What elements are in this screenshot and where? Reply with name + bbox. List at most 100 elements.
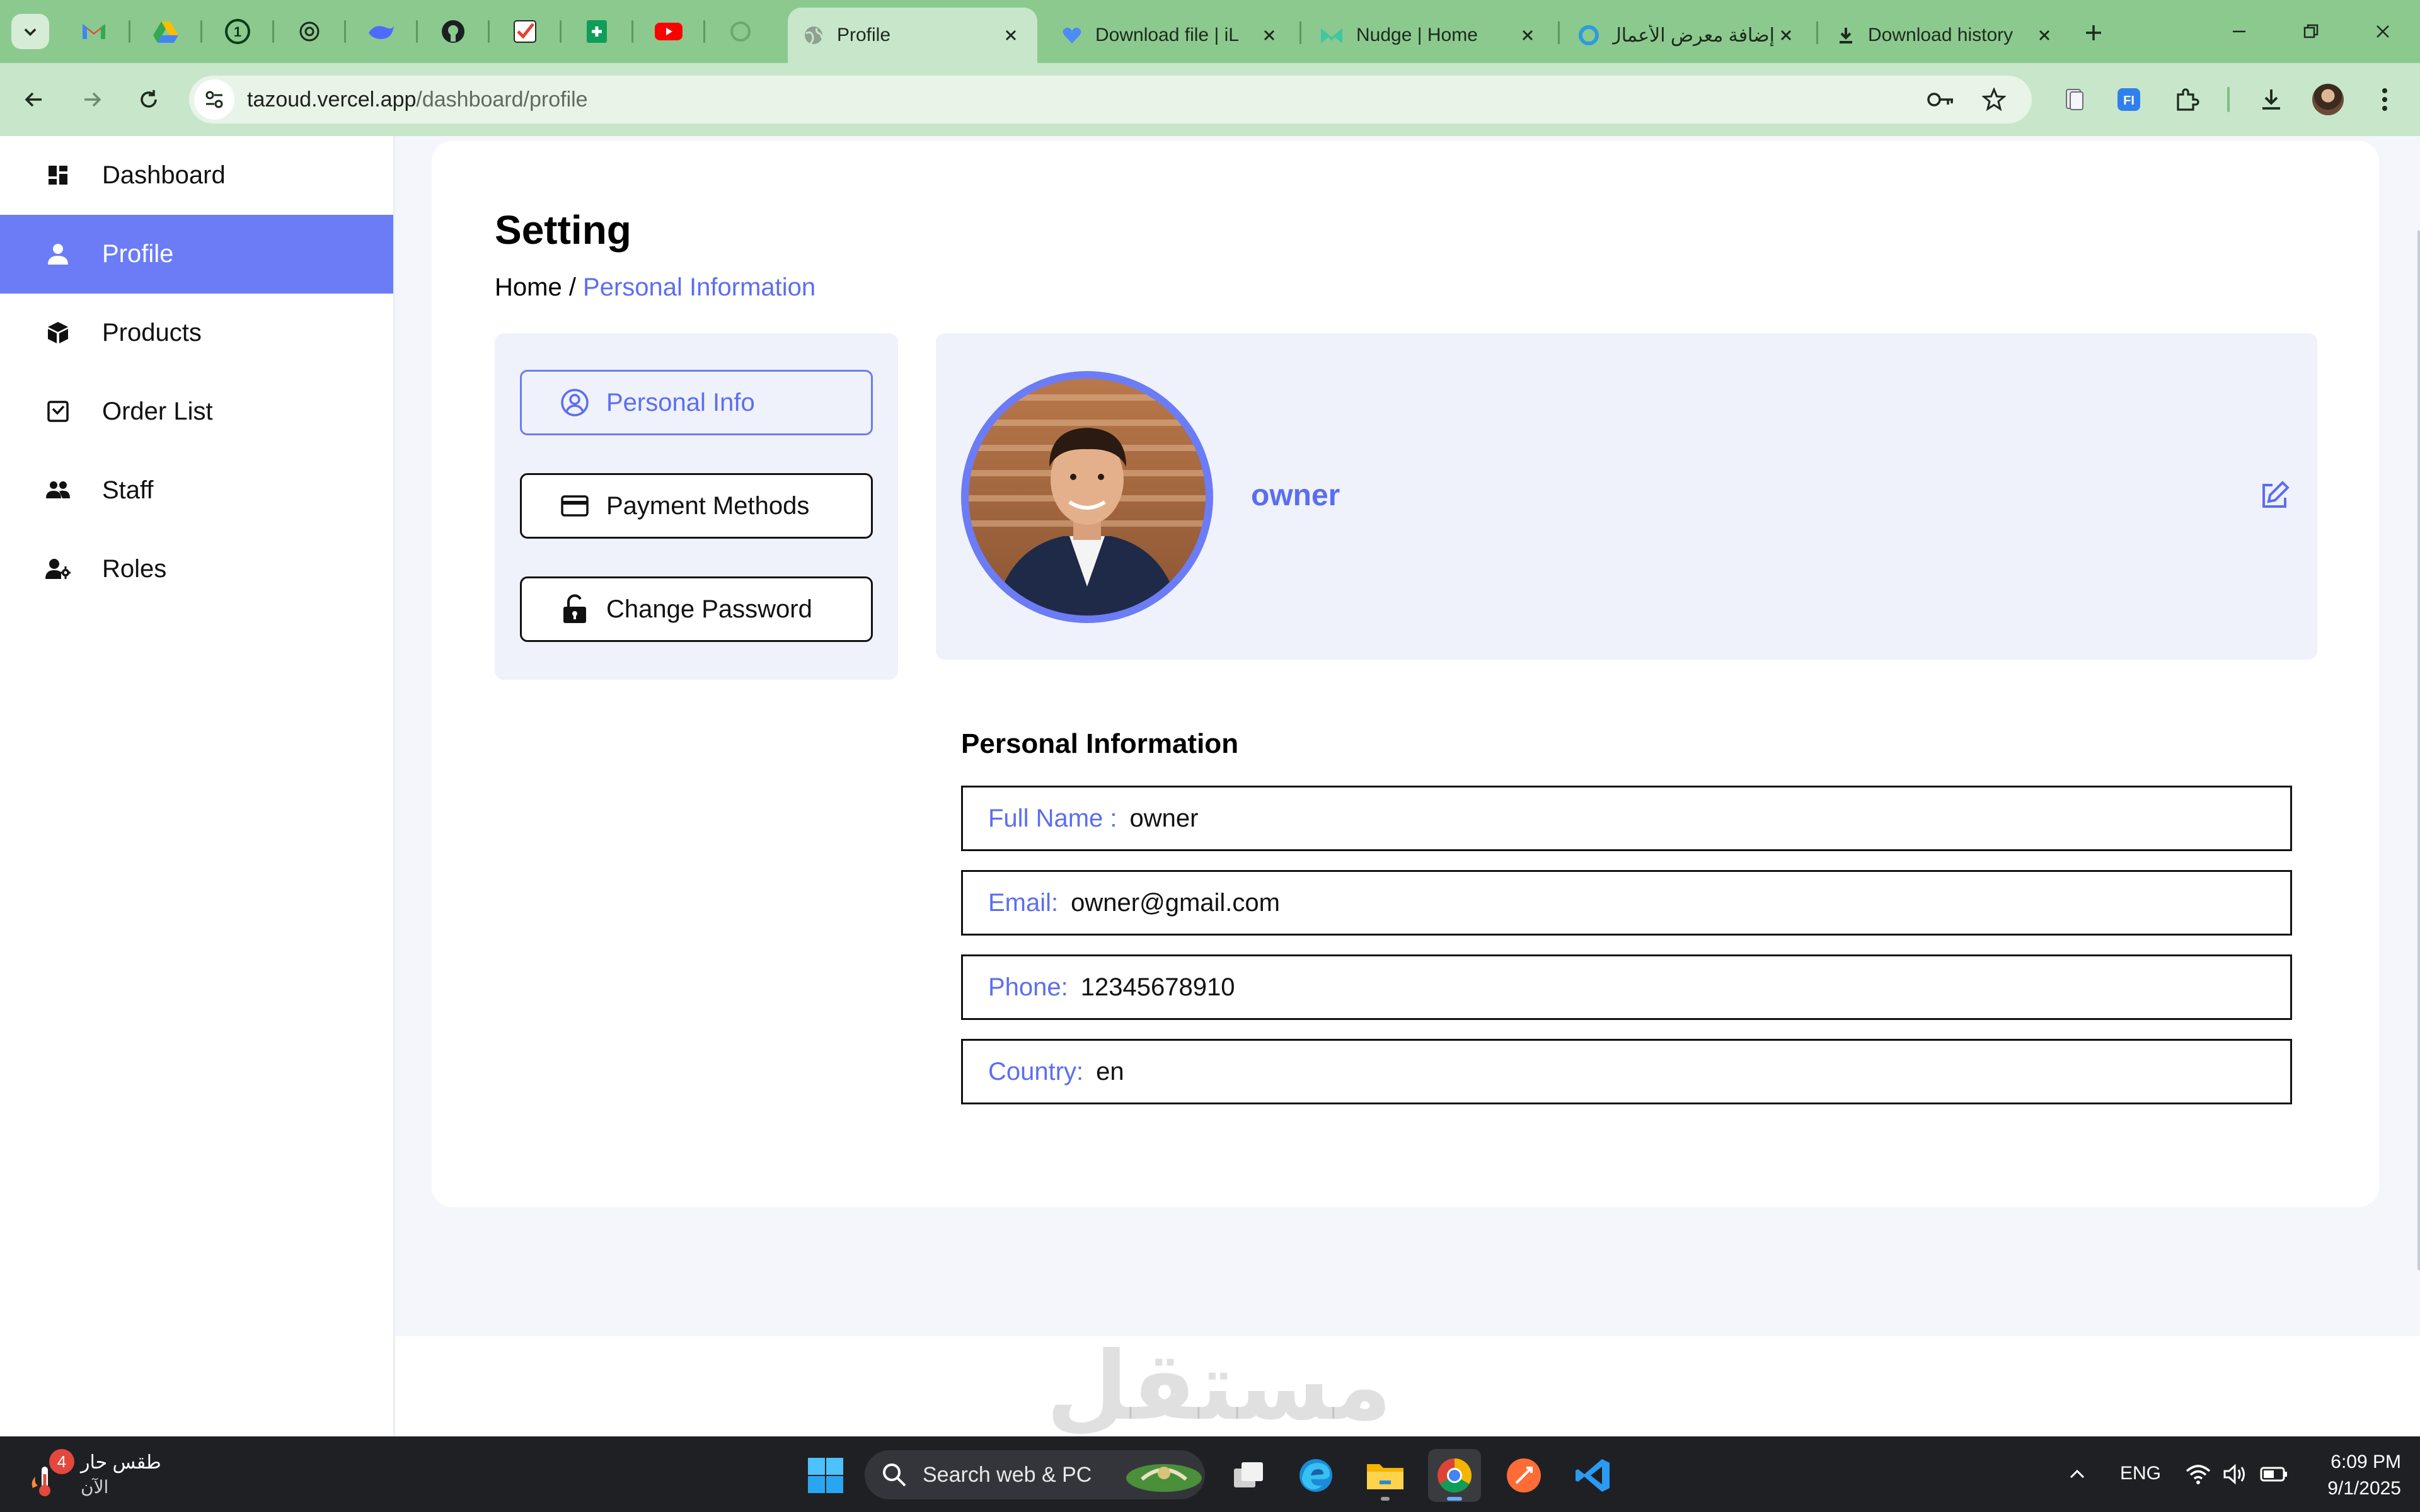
site-info-button[interactable] xyxy=(194,79,234,120)
tab-separator xyxy=(1816,21,1818,44)
tab-title: Download history xyxy=(1868,25,2014,45)
pinned-tab-gmail[interactable] xyxy=(72,14,116,49)
back-button[interactable] xyxy=(15,81,53,118)
browser-menu-button[interactable] xyxy=(2366,81,2404,118)
volume-button[interactable] xyxy=(2218,1457,2254,1492)
sidebar-item-roles[interactable]: Roles xyxy=(0,530,393,609)
svg-text:1: 1 xyxy=(234,24,241,40)
tab-change-password[interactable]: Change Password xyxy=(520,576,873,642)
email-field[interactable]: Email: owner@gmail.com xyxy=(961,870,2292,936)
sidebar-item-label: Staff xyxy=(102,476,154,504)
close-icon xyxy=(1780,30,1792,41)
download-icon xyxy=(2262,89,2280,110)
todoist-icon xyxy=(514,20,536,43)
breadcrumb-separator: / xyxy=(562,273,584,301)
browser-toolbar: tazoud.vercel.app/dashboard/profile FI xyxy=(0,63,2420,136)
start-button[interactable] xyxy=(799,1449,852,1502)
pinned-tab-deepseek[interactable] xyxy=(359,14,403,49)
tab-profile[interactable]: Profile xyxy=(788,8,1037,63)
profile-avatar-button[interactable] xyxy=(2309,81,2347,118)
url-text[interactable]: tazoud.vercel.app/dashboard/profile xyxy=(247,88,588,112)
tab-separator xyxy=(200,20,202,43)
pinned-tab-drive[interactable] xyxy=(144,14,188,49)
puzzle-icon xyxy=(2177,88,2199,111)
chatgpt-icon xyxy=(299,21,320,42)
search-highlight-icon xyxy=(1126,1464,1202,1492)
new-tab-button[interactable] xyxy=(2076,15,2111,50)
breadcrumb-home-link[interactable]: Home xyxy=(495,273,562,301)
tab-close-button[interactable] xyxy=(1516,24,1539,47)
pinned-tab-todoist[interactable] xyxy=(503,14,547,49)
sidebar: Dashboard Profile Products Order List St… xyxy=(0,136,393,609)
sidebar-item-dashboard[interactable]: Dashboard xyxy=(0,136,393,215)
sidebar-item-order-list[interactable]: Order List xyxy=(0,372,393,451)
windows-icon xyxy=(808,1458,843,1493)
taskbar-app-postman[interactable] xyxy=(1497,1449,1550,1502)
minimize-button[interactable] xyxy=(2217,14,2261,49)
extensions-button[interactable] xyxy=(2168,81,2206,118)
tab-mostaql[interactable]: إضافة معرض الأعمال xyxy=(1563,8,1812,63)
taskbar-app-file-explorer[interactable] xyxy=(1359,1449,1412,1502)
system-clock[interactable]: 6:09 PM 9/1/2025 xyxy=(2307,1449,2401,1502)
address-bar[interactable]: tazoud.vercel.app/dashboard/profile xyxy=(189,76,2032,123)
full-name-field[interactable]: Full Name : owner xyxy=(961,786,2292,851)
forward-button[interactable] xyxy=(73,81,111,118)
tab-close-button[interactable] xyxy=(1258,24,1281,47)
extension-fi-button[interactable]: FI xyxy=(2110,81,2148,118)
tab-close-button[interactable] xyxy=(1000,24,1022,47)
pinned-tab-github[interactable] xyxy=(431,14,475,49)
tab-download-history[interactable]: Download history xyxy=(1821,8,2071,63)
scrollbar[interactable] xyxy=(2417,231,2420,1270)
network-button[interactable] xyxy=(2181,1457,2216,1492)
task-view-button[interactable] xyxy=(1223,1449,1276,1502)
pinned-tab-loading[interactable] xyxy=(718,14,763,49)
taskbar-app-vscode[interactable] xyxy=(1567,1449,1620,1502)
whatsapp-icon: 1 xyxy=(225,19,250,44)
tab-close-button[interactable] xyxy=(2033,24,2056,47)
pinned-tab-whatsapp[interactable]: 1 xyxy=(216,14,260,49)
taskbar-app-edge[interactable] xyxy=(1289,1449,1342,1502)
password-key-button[interactable] xyxy=(1923,82,1959,117)
dashboard-icon xyxy=(45,163,71,188)
field-label: Full Name : xyxy=(988,804,1117,832)
sidebar-item-staff[interactable]: Staff xyxy=(0,451,393,530)
tab-personal-info[interactable]: Personal Info xyxy=(520,370,873,435)
weather-widget[interactable]: 4 طقس حار الآن xyxy=(25,1446,214,1503)
input-language[interactable]: ENG xyxy=(2120,1463,2161,1484)
taskbar-app-chrome[interactable] xyxy=(1428,1449,1481,1502)
tab-search-button[interactable] xyxy=(11,14,49,49)
sidebar-item-profile[interactable]: Profile xyxy=(0,215,393,294)
taskbar-search[interactable]: Search web & PC xyxy=(865,1450,1205,1499)
sidebar-item-products[interactable]: Products xyxy=(0,294,393,372)
pinned-tab-sheets[interactable] xyxy=(575,14,619,49)
tab-separator xyxy=(1299,21,1301,44)
bookmark-star-button[interactable] xyxy=(1976,82,2012,117)
reload-button[interactable] xyxy=(130,81,168,118)
tab-payment-methods[interactable]: Payment Methods xyxy=(520,473,873,539)
notification-badge: 4 xyxy=(49,1449,74,1474)
close-icon xyxy=(1264,30,1275,41)
more-vertical-icon xyxy=(2382,88,2387,111)
field-value: owner xyxy=(1129,804,1199,832)
tab-close-button[interactable] xyxy=(1775,24,1797,47)
key-icon xyxy=(1927,93,1953,106)
close-window-button[interactable] xyxy=(2361,14,2405,49)
browser-tab-strip: 1 Profile Download file | iL Nudge | Hom… xyxy=(0,0,2420,63)
pinned-tab-youtube[interactable] xyxy=(647,14,691,49)
phone-field[interactable]: Phone: 12345678910 xyxy=(961,954,2292,1020)
downloads-button[interactable] xyxy=(2252,81,2290,118)
reading-mode-button[interactable] xyxy=(2056,81,2094,118)
arrow-left-icon xyxy=(25,92,42,107)
country-field[interactable]: Country: en xyxy=(961,1039,2292,1104)
arrow-right-icon xyxy=(84,92,101,107)
profile-avatar[interactable] xyxy=(961,371,1213,623)
battery-button[interactable] xyxy=(2256,1457,2291,1492)
loading-icon xyxy=(730,21,751,42)
tab-nudge[interactable]: Nudge | Home xyxy=(1305,8,1554,63)
edit-profile-button[interactable] xyxy=(2257,478,2292,513)
show-hidden-icons-button[interactable] xyxy=(2060,1457,2095,1492)
pinned-tab-chatgpt[interactable] xyxy=(287,14,331,49)
avatar xyxy=(2312,84,2344,115)
restore-button[interactable] xyxy=(2289,14,2333,49)
tab-ilovepdf[interactable]: Download file | iL xyxy=(1046,8,1296,63)
